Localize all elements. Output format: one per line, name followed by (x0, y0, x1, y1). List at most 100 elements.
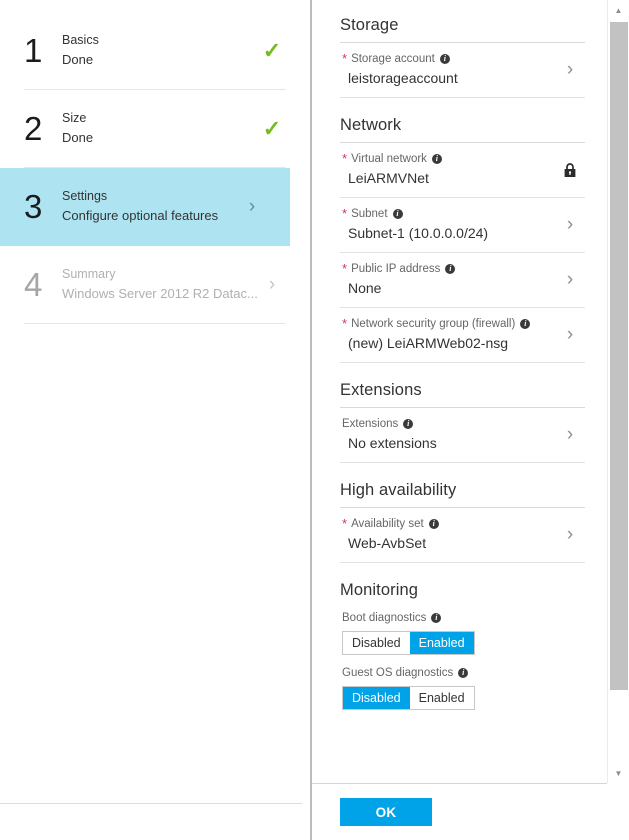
chevron-right-icon[interactable]: › (567, 60, 573, 79)
blade-footer: OK (312, 783, 607, 840)
section-header-high-availability: High availability (340, 463, 585, 508)
field-label-public-ip-address: * Public IP address i (342, 262, 555, 276)
chevron-right-icon[interactable]: › (567, 425, 573, 444)
field-main: Extensions i No extensions (340, 417, 555, 452)
create-vm-wizard-panel: 1 Basics Done ✓ 2 Size Done ✓ 3 Settings Configure… (0, 0, 312, 840)
wizard-step-text: Settings Configure optional features (62, 189, 238, 224)
toggle-option-guest-os-diagnostics-enabled[interactable]: Enabled (409, 687, 474, 709)
info-icon[interactable]: i (431, 613, 442, 623)
blade-scrollbar[interactable]: ▲ ▼ (607, 0, 629, 783)
lock-icon (563, 162, 577, 178)
wizard-step-size[interactable]: 2 Size Done ✓ (24, 90, 286, 168)
info-icon[interactable]: i (458, 668, 469, 678)
toggle-group-boot-diagnostics[interactable]: Disabled Enabled (342, 631, 475, 655)
wizard-step-title: Settings (62, 189, 108, 203)
field-label-extensions: Extensions i (342, 417, 555, 431)
wizard-step-status: ✓ (258, 115, 286, 141)
toggle-label-guest-os-diagnostics: Guest OS diagnostics i (340, 667, 585, 679)
field-action[interactable]: › (555, 215, 585, 234)
wizard-step-subtitle: Windows Server 2012 R2 Datac... (62, 286, 258, 301)
field-row-virtual-network[interactable]: * Virtual network i LeiARMVNet (340, 143, 585, 198)
chevron-right-icon: › (248, 196, 256, 217)
field-label-text: Storage account (351, 53, 435, 65)
wizard-step-subtitle: Done (62, 130, 94, 145)
wizard-step-subtitle: Done (62, 52, 94, 67)
required-asterisk: * (342, 316, 348, 331)
field-label-storage-account: * Storage account i (342, 52, 555, 66)
required-asterisk: * (342, 206, 348, 221)
info-icon[interactable]: i (520, 319, 531, 329)
wizard-step-text: Size Done (62, 111, 258, 146)
required-asterisk: * (342, 51, 348, 66)
field-action[interactable]: › (555, 270, 585, 289)
info-icon[interactable]: i (428, 519, 439, 529)
field-row-network-security-group-firewall[interactable]: * Network security group (firewall) i (new)… (340, 308, 585, 363)
ok-button[interactable]: OK (340, 798, 432, 826)
settings-content: Storage * Storage account i leistorageaccoun… (312, 0, 607, 783)
section-header-monitoring: Monitoring (340, 581, 419, 599)
wizard-step-title: Summary (62, 267, 116, 281)
scroll-up-arrow-icon[interactable]: ▲ (608, 0, 629, 20)
check-icon: ✓ (262, 115, 282, 141)
wizard-step-text: Summary Windows Server 2012 R2 Datac... (62, 267, 258, 302)
chevron-right-icon[interactable]: › (567, 325, 573, 344)
field-value-network-security-group-firewall: (new) LeiARMWeb02-nsg (348, 335, 509, 351)
field-label-availability-set: * Availability set i (342, 517, 555, 531)
wizard-step-basics[interactable]: 1 Basics Done ✓ (24, 12, 286, 90)
scrollbar-thumb[interactable] (610, 22, 628, 690)
field-action[interactable]: › (555, 325, 585, 344)
toggle-group-guest-os-diagnostics[interactable]: Disabled Enabled (342, 686, 475, 710)
monitoring-section: Monitoring Boot diagnostics i Disabled Enabl… (340, 563, 585, 724)
field-label-text: Subnet (351, 208, 388, 220)
field-action[interactable]: › (555, 525, 585, 544)
field-action[interactable]: › (555, 60, 585, 79)
toggle-option-boot-diagnostics-enabled[interactable]: Enabled (409, 632, 474, 654)
chevron-right-icon[interactable]: › (567, 215, 573, 234)
toggle-option-boot-diagnostics-disabled[interactable]: Disabled (343, 632, 410, 654)
wizard-step-text: Basics Done (62, 33, 258, 68)
wizard-step-settings[interactable]: 3 Settings Configure optional features › (0, 168, 290, 246)
wizard-step-list: 1 Basics Done ✓ 2 Size Done ✓ 3 Settings Configure… (0, 0, 310, 324)
field-value-public-ip-address: None (348, 280, 382, 296)
info-icon[interactable]: i (431, 154, 442, 164)
chevron-right-icon[interactable]: › (567, 525, 573, 544)
wizard-step-subtitle: Configure optional features (62, 208, 219, 223)
wizard-step-summary[interactable]: 4 Summary Windows Server 2012 R2 Datac... › (24, 246, 286, 324)
field-label-text: Virtual network (351, 153, 427, 165)
info-icon[interactable]: i (445, 264, 456, 274)
info-icon[interactable]: i (439, 54, 450, 64)
field-row-extensions[interactable]: Extensions i No extensions › (340, 408, 585, 463)
field-label-text: Network security group (firewall) (351, 318, 516, 330)
required-asterisk: * (342, 151, 348, 166)
wizard-step-title: Basics (62, 33, 99, 47)
section-header-network: Network (340, 98, 585, 143)
info-icon[interactable]: i (403, 419, 414, 429)
field-value-virtual-network: LeiARMVNet (348, 170, 429, 186)
field-label-network-security-group-firewall: * Network security group (firewall) i (342, 317, 555, 331)
field-value-extensions: No extensions (348, 435, 437, 451)
wizard-step-status: › (258, 275, 286, 294)
section-header-extensions: Extensions (340, 363, 585, 408)
field-label-subnet: * Subnet i (342, 207, 555, 221)
field-row-availability-set[interactable]: * Availability set i Web-AvbSet › (340, 508, 585, 563)
field-value-subnet: Subnet-1 (10.0.0.0/24) (348, 225, 489, 241)
field-label-text: Extensions (342, 418, 399, 430)
toggle-label-text: Guest OS diagnostics (342, 667, 454, 679)
field-value-storage-account: leistorageaccount (348, 70, 458, 86)
field-row-storage-account[interactable]: * Storage account i leistorageaccount › (340, 43, 585, 98)
field-main: * Subnet i Subnet-1 (10.0.0.0/24) (340, 207, 555, 242)
section-header-storage: Storage (340, 0, 585, 43)
field-main: * Network security group (firewall) i (new)… (340, 317, 555, 352)
field-action[interactable]: › (555, 425, 585, 444)
field-action[interactable] (555, 162, 585, 178)
required-asterisk: * (342, 261, 348, 276)
field-main: * Availability set i Web-AvbSet (340, 517, 555, 552)
wizard-step-number: 2 (24, 110, 43, 147)
field-main: * Virtual network i LeiARMVNet (340, 152, 555, 187)
info-icon[interactable]: i (392, 209, 403, 219)
toggle-option-guest-os-diagnostics-disabled[interactable]: Disabled (343, 687, 410, 709)
scroll-down-arrow-icon[interactable]: ▼ (608, 763, 629, 783)
field-row-subnet[interactable]: * Subnet i Subnet-1 (10.0.0.0/24) › (340, 198, 585, 253)
field-row-public-ip-address[interactable]: * Public IP address i None › (340, 253, 585, 308)
chevron-right-icon[interactable]: › (567, 270, 573, 289)
